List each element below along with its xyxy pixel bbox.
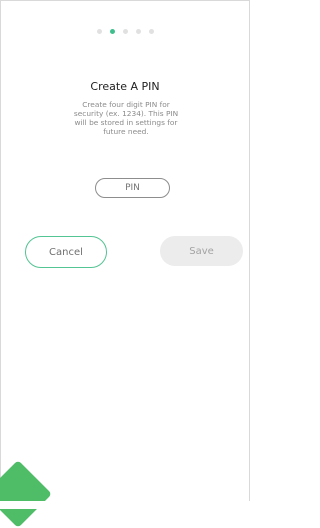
pin-input[interactable]: [95, 178, 170, 198]
step-dot: [96, 29, 102, 34]
page-title: Create A PIN: [90, 80, 160, 93]
step-dot: [122, 29, 128, 34]
pin-description: Create four digit PIN for security (ex. …: [73, 100, 179, 136]
step-indicator: [1, 29, 249, 34]
cancel-button[interactable]: Cancel: [25, 236, 107, 268]
pin-setup-card: Create A PIN Create four digit PIN for s…: [0, 0, 250, 509]
step-dot-active: [109, 29, 115, 34]
save-button[interactable]: Save: [160, 236, 243, 266]
bottom-cover: [0, 501, 250, 509]
step-dot: [148, 29, 154, 34]
step-dot: [135, 29, 141, 34]
